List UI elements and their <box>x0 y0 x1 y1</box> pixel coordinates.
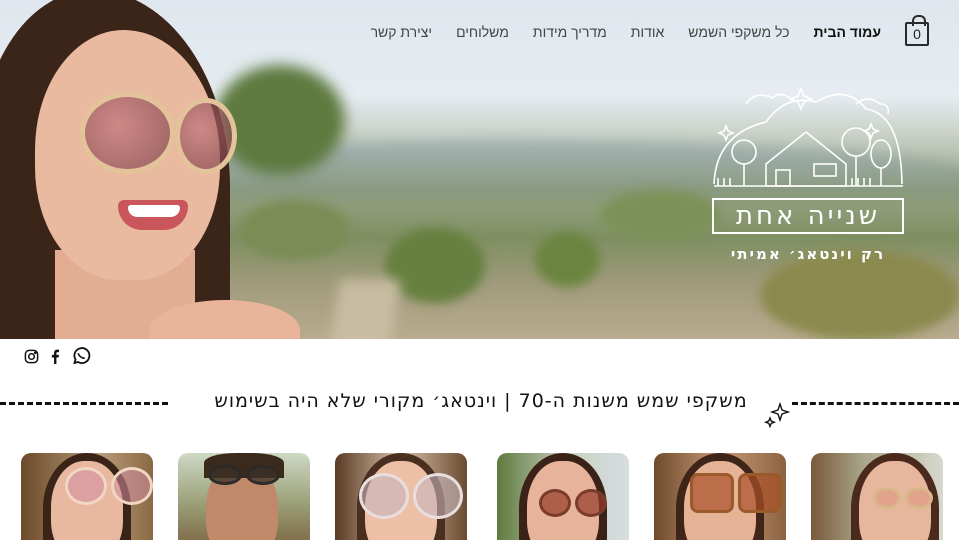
tagline-divider-left <box>0 402 168 405</box>
tagline-row: משקפי שמש משנות ה-70 | וינטאג׳ מקורי שלא… <box>0 390 959 416</box>
hero-bush <box>600 190 720 240</box>
facebook-icon[interactable] <box>49 349 61 364</box>
product-card-6[interactable] <box>811 453 943 540</box>
whatsapp-icon[interactable] <box>71 346 91 366</box>
social-links <box>24 346 101 366</box>
main-nav: 0 עמוד הבית כל משקפי השמש אודות מדריך מי… <box>347 15 929 46</box>
logo-subtitle: רק וינטאג׳ אמיתי <box>730 245 886 263</box>
product-card-4[interactable] <box>497 453 629 540</box>
page: 0 עמוד הבית כל משקפי השמש אודות מדריך מי… <box>0 0 959 540</box>
product-card-1[interactable] <box>21 453 153 540</box>
hero-path <box>330 280 400 339</box>
cart-icon[interactable]: 0 <box>905 15 929 46</box>
hero-bush <box>535 232 600 287</box>
nav-item-home[interactable]: עמוד הבית <box>814 24 882 40</box>
instagram-icon[interactable] <box>24 349 39 364</box>
nav-item-about[interactable]: אודות <box>631 24 665 40</box>
hero-model-photo <box>0 0 300 339</box>
logo-illustration[interactable] <box>706 74 911 274</box>
product-card-2[interactable] <box>178 453 310 540</box>
product-gallery <box>0 453 959 540</box>
product-card-5[interactable] <box>654 453 786 540</box>
tagline: משקפי שמש משנות ה-70 | וינטאג׳ מקורי שלא… <box>214 390 748 412</box>
nav-item-contact[interactable]: יצירת קשר <box>371 24 432 40</box>
tagline-divider-right <box>792 402 959 405</box>
nav-item-shipping[interactable]: משלוחים <box>456 24 509 40</box>
nav-item-size-guide[interactable]: מדריך מידות <box>533 24 607 40</box>
nav-item-all-sunglasses[interactable]: כל משקפי השמש <box>688 24 789 40</box>
product-card-3[interactable] <box>335 453 467 540</box>
logo-title[interactable]: שנייה אחת <box>712 198 904 234</box>
hero-bush <box>385 228 485 303</box>
sparkle-icon <box>764 402 790 428</box>
